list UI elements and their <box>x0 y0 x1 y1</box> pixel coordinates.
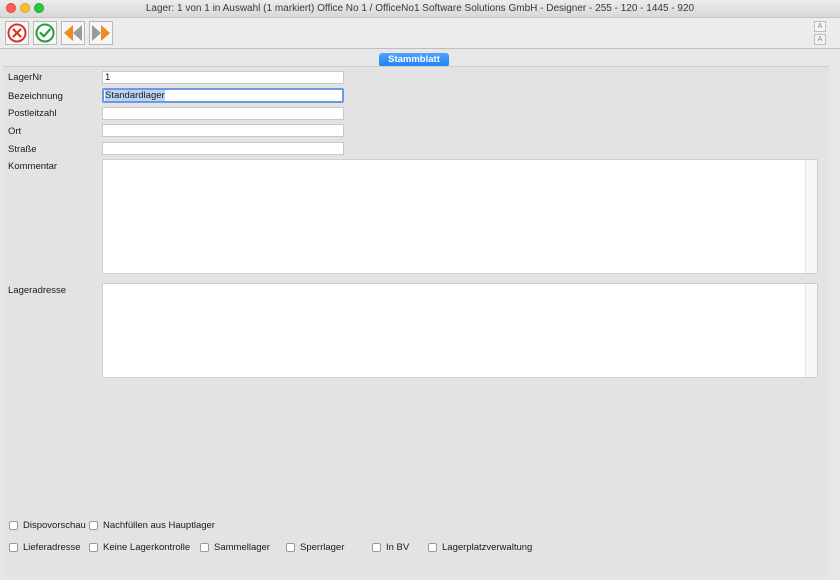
cancel-x-icon <box>7 23 27 43</box>
checkmark-icon <box>35 23 55 43</box>
sperrlager-checkbox[interactable]: Sperrlager <box>286 542 344 553</box>
lageradresse-textarea[interactable] <box>102 283 818 378</box>
lieferadresse-label: Lieferadresse <box>23 542 81 553</box>
ort-field[interactable] <box>102 124 344 137</box>
tab-stammblatt[interactable]: Stammblatt <box>379 53 449 67</box>
lagernr-label: LagerNr <box>8 72 43 83</box>
checkbox-box[interactable] <box>200 543 209 552</box>
kommentar-textarea[interactable] <box>102 159 818 274</box>
in-bv-label: In BV <box>386 542 410 553</box>
strasse-field[interactable] <box>102 142 344 155</box>
kommentar-label: Kommentar <box>8 161 58 172</box>
checkbox-box[interactable] <box>9 521 18 530</box>
checkbox-box[interactable] <box>89 543 98 552</box>
keine-lagerkontrolle-label: Keine Lagerkontrolle <box>103 542 191 553</box>
nachfuellen-checkbox[interactable]: Nachfüllen aus Hauptlager <box>89 520 215 531</box>
checkbox-box[interactable] <box>9 543 18 552</box>
window-titlebar: Lager: 1 von 1 in Auswahl (1 markiert) O… <box>0 0 840 18</box>
postleitzahl-field[interactable] <box>102 107 344 120</box>
font-decrease-button[interactable]: A <box>814 34 826 45</box>
ort-label: Ort <box>8 126 22 137</box>
previous-button[interactable] <box>61 21 85 45</box>
bezeichnung-value: Standardlager <box>105 90 165 101</box>
keine-lagerkontrolle-checkbox[interactable]: Keine Lagerkontrolle <box>89 542 190 553</box>
checkbox-box[interactable] <box>428 543 437 552</box>
lageradresse-label: Lageradresse <box>8 285 67 296</box>
lageradresse-scrollbar[interactable] <box>805 284 817 377</box>
lieferadresse-checkbox[interactable]: Lieferadresse <box>9 542 81 553</box>
nachfuellen-label: Nachfüllen aus Hauptlager <box>103 520 215 531</box>
kommentar-scrollbar[interactable] <box>805 160 817 273</box>
dispovorschau-checkbox[interactable]: Dispovorschau <box>9 520 86 531</box>
lagernr-field[interactable]: 1 <box>102 71 344 84</box>
next-button[interactable] <box>89 21 113 45</box>
lagerplatzverwaltung-label: Lagerplatzverwaltung <box>442 542 533 553</box>
sammellager-checkbox[interactable]: Sammellager <box>200 542 270 553</box>
lagerplatzverwaltung-checkbox[interactable]: Lagerplatzverwaltung <box>428 542 532 553</box>
postleitzahl-label: Postleitzahl <box>8 108 57 119</box>
window-title: Lager: 1 von 1 in Auswahl (1 markiert) O… <box>145 3 695 14</box>
strasse-label: Straße <box>8 144 37 155</box>
sammellager-label: Sammellager <box>214 542 270 553</box>
checkbox-box[interactable] <box>286 543 295 552</box>
arrow-right-icon <box>92 25 110 41</box>
dispovorschau-label: Dispovorschau <box>23 520 86 531</box>
in-bv-checkbox[interactable]: In BV <box>372 542 409 553</box>
confirm-button[interactable] <box>33 21 57 45</box>
checkbox-box[interactable] <box>89 521 98 530</box>
bezeichnung-field[interactable]: Standardlager <box>102 88 344 103</box>
checkbox-box[interactable] <box>372 543 381 552</box>
bezeichnung-label: Bezeichnung <box>8 91 63 102</box>
arrow-left-icon <box>64 25 82 41</box>
cancel-button[interactable] <box>5 21 29 45</box>
sperrlager-label: Sperrlager <box>300 542 345 553</box>
font-increase-button[interactable]: A <box>814 21 826 32</box>
toolbar: A A <box>0 18 840 49</box>
